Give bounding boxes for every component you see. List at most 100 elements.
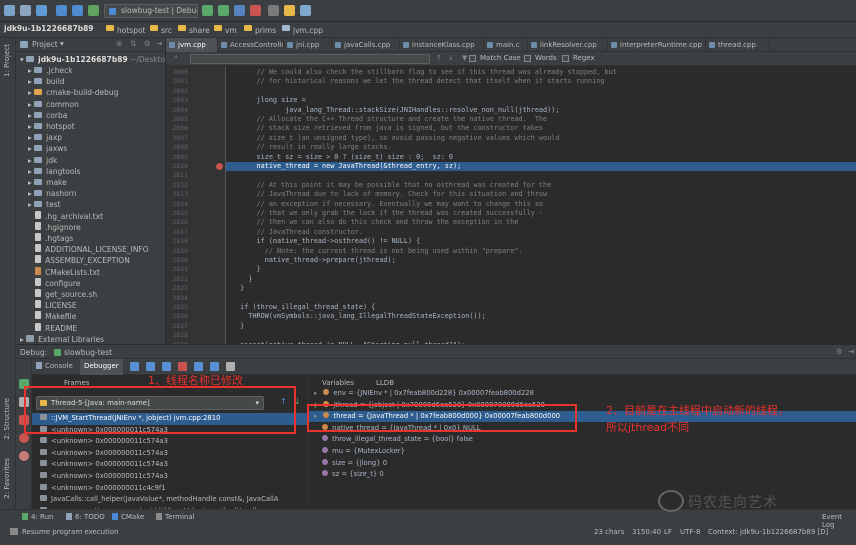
tree-item[interactable]: ASSEMBLY_EXCEPTION (16, 255, 165, 266)
tree-item[interactable]: ▸ test (16, 199, 165, 210)
debug-icon[interactable] (218, 5, 229, 16)
variable-row[interactable]: sz = {size_t} 0 (308, 469, 856, 480)
tree-item[interactable]: ▸ common (16, 99, 165, 110)
code-line[interactable]: // We could also check the stillborn fla… (232, 68, 852, 77)
breadcrumb-item[interactable]: jvm.cpp (282, 24, 323, 35)
tab-run[interactable]: 4: Run (31, 513, 53, 521)
mute-breakpoints-icon[interactable] (19, 451, 29, 461)
editor-tab[interactable]: jni.cpp (284, 38, 332, 52)
breadcrumb-item[interactable]: jdk9u-1b1226687b89 (4, 24, 94, 33)
context-selector[interactable]: Context: jdk9u-1b1226687b89 [D] (708, 528, 828, 536)
save-icon[interactable] (20, 5, 31, 16)
code-line[interactable]: native_thread = new JavaThread(&thread_e… (232, 162, 852, 171)
code-line[interactable]: // stack size retrieved from java is sig… (232, 124, 852, 133)
code-line[interactable] (232, 171, 852, 180)
tab-terminal[interactable]: Terminal (165, 513, 195, 521)
code-line[interactable]: // Allocate the C++ Thread structure and… (232, 115, 852, 124)
code-line[interactable]: // JavaThread constructor. (232, 228, 852, 237)
run-icon[interactable] (202, 5, 213, 16)
code-line[interactable]: } (232, 284, 852, 293)
show-execution-point-icon[interactable] (130, 362, 139, 371)
variable-row[interactable]: ▸ env = {JNIEnv * | 0x7feab800d228} 0x000… (308, 388, 856, 399)
tab-console[interactable]: Console (45, 362, 73, 370)
tree-item[interactable]: ▸ nashorn (16, 188, 165, 199)
editor-tab[interactable]: interpreterRuntime.cpp (608, 38, 706, 52)
tree-item[interactable]: ▸ jdk (16, 155, 165, 166)
code-line[interactable]: } (232, 322, 852, 331)
code-line[interactable]: size_t sz = size > 0 ? (size_t) size : 0… (232, 153, 852, 162)
tree-item[interactable]: ▸ jaxp (16, 132, 165, 143)
breadcrumb-item[interactable]: share (178, 24, 210, 35)
stack-frame[interactable]: JavaCalls::call_helper(JavaValue*, metho… (32, 494, 307, 506)
stack-frame[interactable]: <unknown> 0x000000011c574a3 (32, 459, 307, 471)
code-line[interactable]: // JavaThread due to lack of memory. Che… (232, 190, 852, 199)
breadcrumb-item[interactable]: src (150, 24, 172, 35)
stack-frame[interactable]: <unknown> 0x000000011c574a3 (32, 436, 307, 448)
caret-position[interactable]: 3150:40 (632, 528, 661, 536)
run-config-selector[interactable]: slowbug-test | Debug (104, 4, 198, 18)
tree-item[interactable]: ▸ make (16, 177, 165, 188)
editor-tab[interactable]: javaCalls.cpp (332, 38, 400, 52)
settings-icon[interactable] (268, 5, 279, 16)
line-separator[interactable]: LF (664, 528, 672, 536)
editor-tab[interactable]: main.c (484, 38, 528, 52)
tree-item[interactable]: ▸ .jcheck (16, 65, 165, 76)
file-encoding[interactable]: UTF-8 (680, 528, 700, 536)
locate-icon[interactable]: ⊕ (116, 39, 122, 48)
code-line[interactable]: } (232, 275, 852, 284)
tree-item[interactable]: ▸ hotspot (16, 121, 165, 132)
tab-debugger[interactable]: Debugger (80, 359, 123, 375)
sync-icon[interactable] (36, 5, 47, 16)
code-line[interactable]: // result in really large stacks. (232, 143, 852, 152)
tree-item[interactable]: ▸ build (16, 76, 165, 87)
tree-item[interactable]: ▸ langtools (16, 166, 165, 177)
code-line[interactable]: if (throw_illegal_thread_state) { (232, 303, 852, 312)
breadcrumb-item[interactable]: hotspot (106, 24, 145, 35)
view-breakpoints-icon[interactable] (19, 433, 29, 443)
help-icon[interactable] (300, 5, 311, 16)
tree-item[interactable]: .hgtags (16, 233, 165, 244)
code-line[interactable]: jlong size = (232, 96, 852, 105)
coverage-icon[interactable] (234, 5, 245, 16)
code-line[interactable] (232, 294, 852, 303)
debug-session-tab[interactable]: slowbug-test (64, 348, 112, 357)
code-line[interactable]: // At this point it may be possible that… (232, 181, 852, 190)
tree-item[interactable]: Makefile (16, 311, 165, 322)
tree-item[interactable]: configure (16, 277, 165, 289)
event-log-button[interactable]: Event Log (822, 513, 856, 529)
structure-tool-tab[interactable]: 2: Structure (3, 398, 11, 440)
structure-icon[interactable] (284, 5, 295, 16)
variables-tab[interactable]: Variables (322, 379, 354, 387)
gear-icon[interactable]: ⚙ (144, 39, 151, 48)
tab-cmake[interactable]: CMake (121, 513, 144, 521)
editor-tab[interactable]: jvm.cpp (166, 38, 218, 52)
step-into-icon[interactable] (162, 362, 171, 371)
stack-frame[interactable]: <unknown> 0x000000011c574a3 (32, 471, 307, 483)
filter-icon[interactable]: ▼ (462, 54, 467, 62)
favorites-tool-tab[interactable]: 2: Favorites (3, 458, 11, 499)
stop-icon[interactable] (250, 5, 261, 16)
code-line[interactable]: // that we only grab the lock if the thr… (232, 209, 852, 218)
hide-icon[interactable]: ⇥ (156, 39, 162, 48)
variable-row[interactable]: mu = {MutexLocker} (308, 446, 856, 457)
collapse-icon[interactable]: ⇅ (130, 39, 136, 48)
tree-root[interactable]: ▾ jdk9u-1b1226687b89 ~/Desktop/j (16, 54, 165, 65)
line-number-gutter[interactable]: 2800 2801 2802 2803 2804 2805 2806 2807 2808 2809… (166, 66, 226, 344)
tree-item[interactable]: get_source.sh (16, 289, 165, 300)
chevron-right-icon[interactable] (314, 447, 316, 455)
chevron-down-icon[interactable]: ▾ (60, 39, 64, 48)
project-tool-tab[interactable]: 1: Project (3, 44, 11, 77)
code-line[interactable]: THROW(vmSymbols::java_lang_IllegalThread… (232, 312, 852, 321)
stack-frame[interactable]: <unknown> 0x000000011c4c9f1 (32, 483, 307, 495)
tree-item[interactable]: ADDITIONAL_LICENSE_INFO (16, 244, 165, 255)
match-case-checkbox[interactable] (469, 55, 476, 62)
chevron-right-icon[interactable] (314, 459, 316, 467)
tree-item[interactable]: .hgignore (16, 221, 165, 233)
hide-icon[interactable]: ⇥ (848, 347, 854, 356)
open-folder-icon[interactable] (4, 5, 15, 16)
forward-icon[interactable] (72, 5, 83, 16)
tree-item[interactable]: LICENSE (16, 300, 165, 311)
code-line[interactable]: if (native_thread->osthread() != NULL) { (232, 237, 852, 246)
code-line[interactable]: // an exception if necessary. Eventually… (232, 200, 852, 209)
project-view-selector[interactable]: Project (32, 40, 58, 49)
